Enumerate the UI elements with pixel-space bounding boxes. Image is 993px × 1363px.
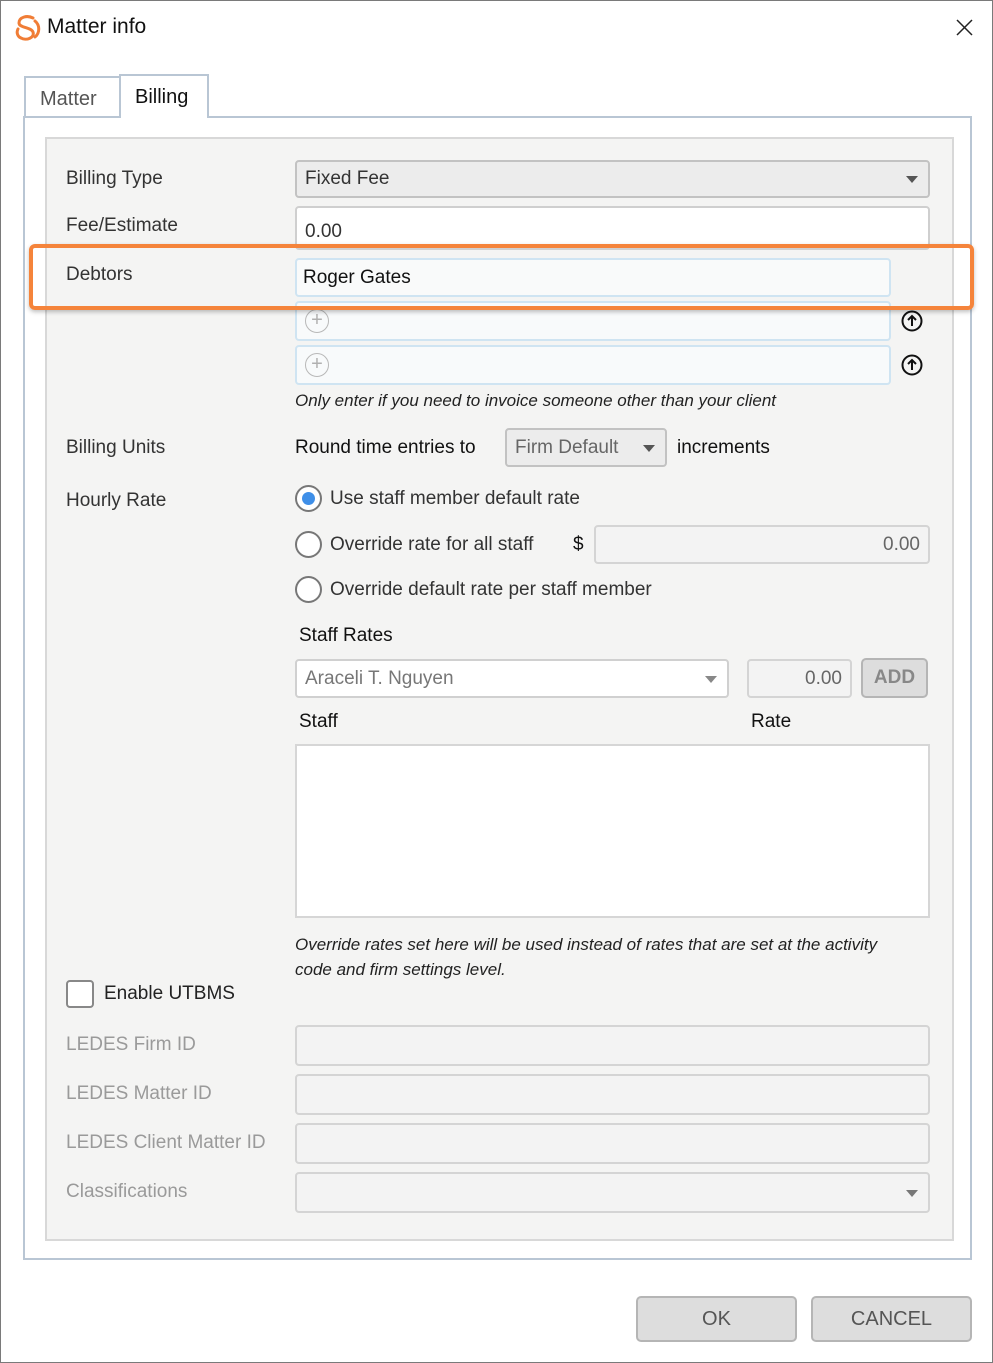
staff-rates-title: Staff Rates [299, 625, 393, 646]
close-icon[interactable] [949, 13, 979, 43]
billing-units-select[interactable]: Firm Default [505, 428, 667, 467]
staff-rate-input[interactable]: 0.00 [747, 659, 852, 698]
classifications-select[interactable] [295, 1172, 930, 1213]
debtors-label: Debtors [66, 264, 133, 285]
ok-button[interactable]: OK [636, 1296, 797, 1342]
staff-rate-value: 0.00 [805, 667, 842, 689]
tab-matter[interactable]: Matter [24, 76, 119, 118]
staff-rates-hint: Override rates set here will be used ins… [295, 935, 878, 979]
ledes-matter-id-label: LEDES Matter ID [66, 1083, 212, 1104]
classifications-label: Classifications [66, 1181, 188, 1202]
override-rate-input[interactable]: 0.00 [594, 525, 930, 564]
tab-bar: Matter Billing [24, 74, 209, 118]
billing-units-label: Billing Units [66, 437, 166, 458]
fee-estimate-value: 0.00 [305, 221, 342, 242]
debtor-input-2[interactable]: + [295, 301, 891, 341]
matter-info-dialog: Matter info Matter Billing Billing Type … [0, 0, 993, 1363]
debtor-value-1: Roger Gates [303, 266, 411, 288]
billing-type-select[interactable]: Fixed Fee [295, 160, 930, 198]
rate-column-header: Rate [751, 711, 792, 732]
cancel-button[interactable]: CANCEL [811, 1296, 972, 1342]
staff-rates-list[interactable] [295, 744, 930, 918]
enable-utbms-checkbox[interactable] [66, 980, 94, 1008]
chevron-down-icon [705, 675, 717, 683]
ledes-firm-id-label: LEDES Firm ID [66, 1034, 196, 1055]
billing-type-label: Billing Type [66, 168, 163, 189]
radio-use-default-rate[interactable] [295, 485, 322, 512]
title-bar: Matter info [1, 1, 992, 57]
debtor-input-1[interactable]: Roger Gates [295, 258, 891, 297]
enable-utbms-label[interactable]: Enable UTBMS [104, 983, 235, 1005]
arrow-up-circle-icon[interactable] [900, 309, 924, 333]
currency-symbol: $ [573, 534, 584, 555]
billing-units-prefix: Round time entries to [295, 437, 476, 458]
chevron-down-icon [906, 1189, 918, 1197]
billing-units-value: Firm Default [515, 436, 619, 458]
chevron-down-icon [906, 176, 918, 183]
hourly-rate-label: Hourly Rate [66, 490, 167, 511]
ledes-client-matter-id-label: LEDES Client Matter ID [66, 1132, 266, 1153]
tab-billing[interactable]: Billing [119, 74, 209, 118]
add-staff-rate-button[interactable]: ADD [861, 658, 928, 698]
radio-override-per-staff[interactable] [295, 576, 322, 603]
ledes-client-matter-id-input[interactable] [295, 1123, 930, 1164]
radio-override-per-staff-label[interactable]: Override default rate per staff member [330, 579, 652, 601]
billing-units-suffix: increments [677, 437, 770, 458]
add-debtor-icon[interactable]: + [305, 353, 329, 377]
ledes-firm-id-input[interactable] [295, 1025, 930, 1066]
window-title: Matter info [47, 15, 147, 38]
radio-use-default-rate-label[interactable]: Use staff member default rate [330, 488, 580, 510]
arrow-up-circle-icon[interactable] [900, 353, 924, 377]
radio-override-all-staff[interactable] [295, 531, 322, 558]
billing-type-value: Fixed Fee [305, 168, 390, 189]
debtor-input-3[interactable]: + [295, 345, 891, 385]
debtors-hint: Only enter if you need to invoice someon… [295, 391, 777, 410]
fee-estimate-label: Fee/Estimate [66, 215, 178, 236]
staff-select[interactable]: Araceli T. Nguyen [295, 659, 729, 698]
ledes-matter-id-input[interactable] [295, 1074, 930, 1115]
override-rate-value: 0.00 [883, 533, 920, 555]
chevron-down-icon [643, 444, 655, 452]
add-debtor-icon[interactable]: + [305, 309, 329, 333]
radio-override-all-staff-label[interactable]: Override rate for all staff [330, 534, 533, 556]
fee-estimate-input[interactable]: 0.00 [295, 206, 930, 250]
staff-select-value: Araceli T. Nguyen [305, 667, 454, 689]
app-logo-icon [15, 15, 41, 41]
staff-column-header: Staff [299, 711, 338, 732]
